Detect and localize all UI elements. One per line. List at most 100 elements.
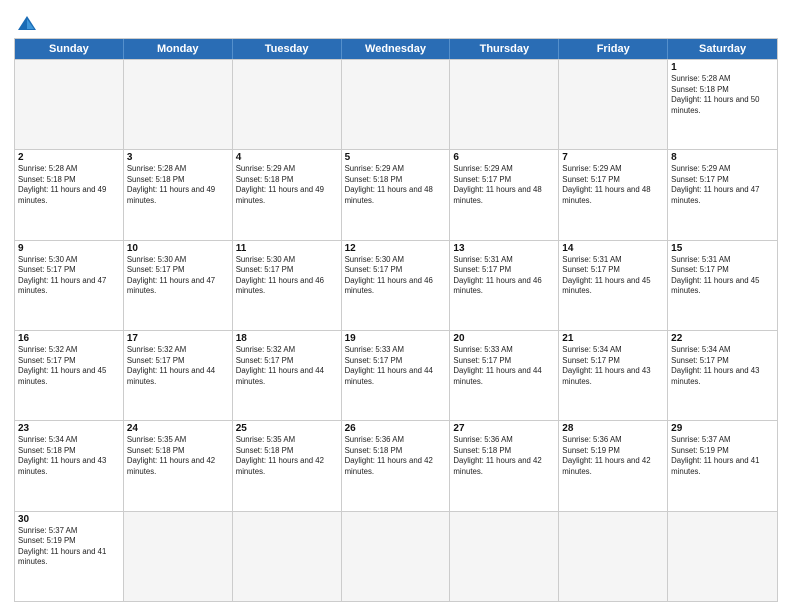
day-info: Sunrise: 5:29 AMSunset: 5:17 PMDaylight:…: [453, 164, 555, 206]
day-cell-20: 20Sunrise: 5:33 AMSunset: 5:17 PMDayligh…: [450, 331, 559, 420]
daylight-text: Daylight: 11 hours and 49 minutes.: [127, 185, 215, 205]
day-number: 19: [345, 333, 447, 344]
sunrise-text: Sunrise: 5:34 AM: [671, 345, 730, 354]
sunset-text: Sunset: 5:17 PM: [127, 356, 185, 365]
day-number: 27: [453, 423, 555, 434]
day-info: Sunrise: 5:35 AMSunset: 5:18 PMDaylight:…: [236, 435, 338, 477]
sunrise-text: Sunrise: 5:34 AM: [18, 435, 77, 444]
daylight-text: Daylight: 11 hours and 46 minutes.: [236, 276, 324, 296]
header-day-thursday: Thursday: [450, 39, 559, 59]
day-cell-15: 15Sunrise: 5:31 AMSunset: 5:17 PMDayligh…: [668, 241, 777, 330]
calendar-row-5: 30Sunrise: 5:37 AMSunset: 5:19 PMDayligh…: [15, 511, 777, 601]
sunrise-text: Sunrise: 5:28 AM: [18, 164, 77, 173]
daylight-text: Daylight: 11 hours and 49 minutes.: [18, 185, 106, 205]
day-cell-7: 7Sunrise: 5:29 AMSunset: 5:17 PMDaylight…: [559, 150, 668, 239]
day-info: Sunrise: 5:28 AM Sunset: 5:18 PMDaylight:…: [18, 164, 120, 206]
day-number: 15: [671, 243, 774, 254]
day-info: Sunrise: 5:28 AMSunset: 5:18 PMDaylight:…: [671, 74, 774, 116]
daylight-text: Daylight: 11 hours and 44 minutes.: [236, 366, 324, 386]
daylight-text: Daylight: 11 hours and 41 minutes.: [18, 547, 106, 567]
sunset-text: Sunset: 5:19 PM: [18, 536, 76, 545]
day-number: 8: [671, 152, 774, 163]
sunrise-text: Sunrise: 5:28 AM: [127, 164, 186, 173]
sunrise-text: Sunrise: 5:31 AM: [671, 255, 730, 264]
header-day-wednesday: Wednesday: [342, 39, 451, 59]
sunset-text: Sunset: 5:18 PM: [345, 175, 403, 184]
sunset-text: Sunset: 5:17 PM: [127, 265, 185, 274]
daylight-text: Daylight: 11 hours and 46 minutes.: [345, 276, 433, 296]
page: SundayMondayTuesdayWednesdayThursdayFrid…: [0, 0, 792, 612]
day-cell-19: 19Sunrise: 5:33 AMSunset: 5:17 PMDayligh…: [342, 331, 451, 420]
empty-cell: [559, 60, 668, 149]
calendar-row-3: 16Sunrise: 5:32 AMSunset: 5:17 PMDayligh…: [15, 330, 777, 420]
daylight-text: Daylight: 11 hours and 41 minutes.: [671, 456, 759, 476]
day-info: Sunrise: 5:32 AMSunset: 5:17 PMDaylight:…: [236, 345, 338, 387]
day-number: 16: [18, 333, 120, 344]
empty-cell: [233, 512, 342, 601]
day-cell-1: 1Sunrise: 5:28 AMSunset: 5:18 PMDaylight…: [668, 60, 777, 149]
day-cell-2: 2Sunrise: 5:28 AMSunset: 5:18 PMDaylight…: [15, 150, 124, 239]
sunset-text: Sunset: 5:18 PM: [127, 175, 185, 184]
daylight-text: Daylight: 11 hours and 48 minutes.: [345, 185, 433, 205]
daylight-text: Daylight: 11 hours and 50 minutes.: [671, 95, 759, 115]
daylight-text: Daylight: 11 hours and 48 minutes.: [453, 185, 541, 205]
day-number: 13: [453, 243, 555, 254]
sunrise-text: Sunrise: 5:36 AM: [453, 435, 512, 444]
day-info: Sunrise: 5:36 AMSunset: 5:18 PMDaylight:…: [345, 435, 447, 477]
sunset-text: Sunset: 5:17 PM: [236, 356, 294, 365]
sunrise-text: Sunrise: 5:36 AM: [345, 435, 404, 444]
sunrise-text: Sunrise: 5:33 AM: [453, 345, 512, 354]
logo-icon: [16, 14, 38, 32]
sunset-text: Sunset: 5:19 PM: [671, 446, 729, 455]
logo: [14, 14, 38, 32]
day-cell-13: 13Sunrise: 5:31 AMSunset: 5:17 PMDayligh…: [450, 241, 559, 330]
day-number: 22: [671, 333, 774, 344]
day-info: Sunrise: 5:30 AMSunset: 5:17 PMDaylight:…: [345, 255, 447, 297]
daylight-text: Daylight: 11 hours and 45 minutes.: [671, 276, 759, 296]
sunrise-text: Sunrise: 5:34 AM: [562, 345, 621, 354]
day-number: 3: [127, 152, 229, 163]
daylight-text: Daylight: 11 hours and 42 minutes.: [236, 456, 324, 476]
sunset-text: Sunset: 5:17 PM: [671, 356, 729, 365]
day-cell-12: 12Sunrise: 5:30 AMSunset: 5:17 PMDayligh…: [342, 241, 451, 330]
day-cell-22: 22Sunrise: 5:34 AM Sunset: 5:17 PMDayligh…: [668, 331, 777, 420]
sunrise-text: Sunrise: 5:31 AM: [453, 255, 512, 264]
sunset-text: Sunset: 5:17 PM: [236, 265, 294, 274]
daylight-text: Daylight: 11 hours and 48 minutes.: [562, 185, 650, 205]
day-cell-8: 8Sunrise: 5:29 AMSunset: 5:17 PMDaylight…: [668, 150, 777, 239]
day-info: Sunrise: 5:29 AMSunset: 5:18 PMDaylight:…: [236, 164, 338, 206]
sunrise-text: Sunrise: 5:32 AM: [127, 345, 186, 354]
day-number: 9: [18, 243, 120, 254]
sunrise-text: Sunrise: 5:36 AM: [562, 435, 621, 444]
day-info: Sunrise: 5:32 AMSunset: 5:17 PMDaylight:…: [18, 345, 120, 387]
sunset-text: Sunset: 5:18 PM: [453, 446, 511, 455]
daylight-text: Daylight: 11 hours and 42 minutes.: [345, 456, 433, 476]
header-day-tuesday: Tuesday: [233, 39, 342, 59]
day-info: Sunrise: 5:33 AMSunset: 5:17 PMDaylight:…: [345, 345, 447, 387]
day-info: Sunrise: 5:29 AMSunset: 5:17 PMDaylight:…: [562, 164, 664, 206]
day-number: 7: [562, 152, 664, 163]
sunset-text: Sunset: 5:17 PM: [562, 356, 620, 365]
daylight-text: Daylight: 11 hours and 47 minutes.: [127, 276, 215, 296]
sunrise-text: Sunrise: 5:30 AM: [18, 255, 77, 264]
day-cell-18: 18Sunrise: 5:32 AMSunset: 5:17 PMDayligh…: [233, 331, 342, 420]
header-day-saturday: Saturday: [668, 39, 777, 59]
daylight-text: Daylight: 11 hours and 43 minutes.: [671, 366, 759, 386]
daylight-text: Daylight: 11 hours and 42 minutes.: [453, 456, 541, 476]
day-cell-24: 24Sunrise: 5:35 AMSunset: 5:18 PMDayligh…: [124, 421, 233, 510]
day-number: 26: [345, 423, 447, 434]
sunset-text: Sunset: 5:17 PM: [562, 175, 620, 184]
day-number: 29: [671, 423, 774, 434]
day-cell-11: 11Sunrise: 5:30 AMSunset: 5:17 PMDayligh…: [233, 241, 342, 330]
sunset-text: Sunset: 5:17 PM: [18, 265, 76, 274]
sunset-text: Sunset: 5:17 PM: [345, 356, 403, 365]
day-info: Sunrise: 5:34 AM Sunset: 5:17 PMDaylight:…: [562, 345, 664, 387]
daylight-text: Daylight: 11 hours and 42 minutes.: [562, 456, 650, 476]
daylight-text: Daylight: 11 hours and 44 minutes.: [127, 366, 215, 386]
calendar-body: 1Sunrise: 5:28 AMSunset: 5:18 PMDaylight…: [15, 59, 777, 601]
day-info: Sunrise: 5:35 AMSunset: 5:18 PMDaylight:…: [127, 435, 229, 477]
sunset-text: Sunset: 5:19 PM: [562, 446, 620, 455]
sunset-text: Sunset: 5:18 PM: [18, 175, 76, 184]
header-day-friday: Friday: [559, 39, 668, 59]
daylight-text: Daylight: 11 hours and 43 minutes.: [562, 366, 650, 386]
